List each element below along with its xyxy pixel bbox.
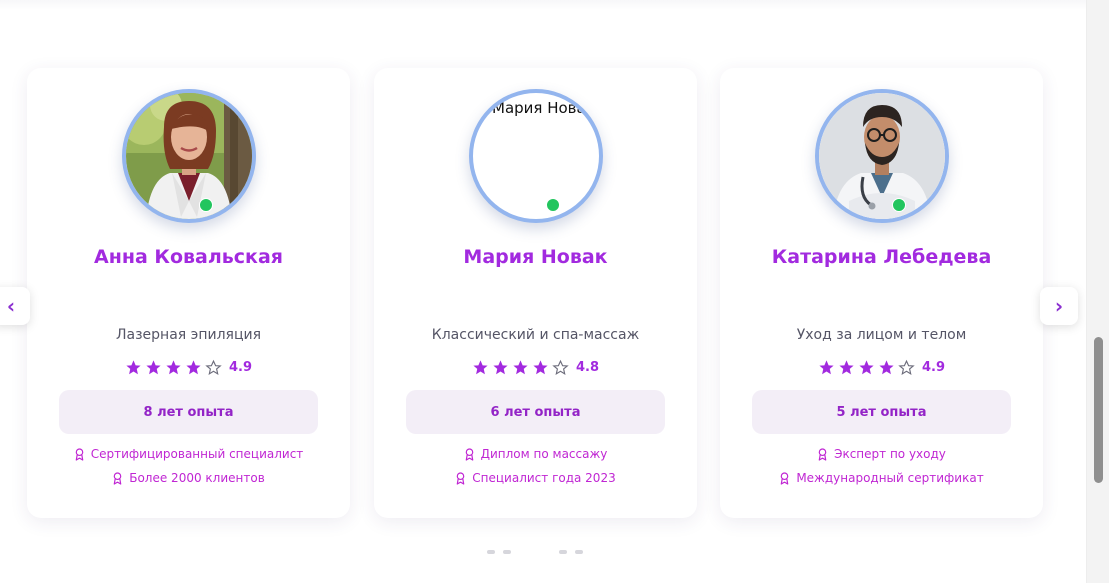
rating: 4.9 — [720, 359, 1043, 376]
avatar-photo-broken: Мария Новак — [469, 89, 603, 223]
award-icon — [818, 447, 827, 461]
star-filled-icon — [859, 360, 874, 375]
certificate-label: Специалист года 2023 — [472, 471, 616, 485]
star-empty-icon — [898, 359, 915, 376]
award-icon — [456, 471, 465, 485]
star-filled-icon — [473, 360, 488, 375]
scrollbar-thumb[interactable] — [1094, 337, 1103, 483]
experience-badge: 6 лет опыта — [406, 390, 665, 434]
award-icon — [113, 471, 122, 485]
specialist-name: Катарина Лебедева — [771, 246, 992, 268]
award-icon — [75, 447, 84, 461]
certificate-item: Специалист года 2023 — [374, 471, 697, 485]
star-filled-icon — [879, 360, 894, 375]
certificate-item: Более 2000 клиентов — [27, 471, 350, 485]
rating-value: 4.8 — [575, 360, 600, 375]
online-status-dot — [546, 198, 560, 212]
rating-value: 4.9 — [921, 360, 946, 375]
avatar-alt-text: Мария Новак — [492, 99, 595, 117]
experience-badge: 8 лет опыта — [59, 390, 318, 434]
carousel-pagination — [0, 550, 1086, 555]
certificate-item: Диплом по массажу — [374, 447, 697, 461]
specialist-card: Катарина Лебедева Уход за лицом и телом … — [720, 68, 1043, 518]
certificate-label: Международный сертификат — [796, 471, 984, 485]
online-status-dot — [199, 198, 213, 212]
rating-value: 4.9 — [228, 360, 253, 375]
certificate-label: Диплом по массажу — [480, 447, 608, 461]
specialist-name: Мария Новак — [463, 246, 608, 268]
specialist-name: Анна Ковальская — [94, 246, 283, 268]
star-empty-icon — [552, 359, 569, 376]
avatar-photo — [815, 89, 949, 223]
specialist-card: Анна Ковальская Лазерная эпиляция 4.9 8 … — [27, 68, 350, 518]
chevron-left-icon: ‹ — [6, 294, 16, 318]
rating: 4.8 — [374, 359, 697, 376]
top-divider — [0, 0, 1086, 10]
award-icon — [781, 471, 789, 485]
specialist-specialty: Классический и спа-массаж — [431, 327, 640, 343]
online-status-dot — [892, 198, 906, 212]
star-filled-icon — [533, 360, 548, 375]
avatar[interactable] — [122, 89, 256, 223]
star-filled-icon — [819, 360, 834, 375]
pagination-dot[interactable] — [503, 550, 511, 554]
avatar-photo — [122, 89, 256, 223]
avatar[interactable] — [815, 89, 949, 223]
star-empty-icon — [205, 359, 222, 376]
star-filled-icon — [493, 360, 508, 375]
chevron-right-icon: › — [1054, 294, 1064, 318]
specialist-card: Мария Новак Мария Новак Классический и с… — [374, 68, 697, 518]
star-filled-icon — [146, 360, 161, 375]
certificate-label: Сертифицированный специалист — [90, 447, 304, 461]
star-filled-icon — [513, 360, 528, 375]
star-filled-icon — [839, 360, 854, 375]
star-filled-icon — [186, 360, 201, 375]
specialist-specialty: Лазерная эпиляция — [115, 327, 261, 343]
specialist-specialty: Уход за лицом и телом — [796, 327, 967, 343]
certificate-label: Более 2000 клиентов — [129, 471, 265, 485]
experience-badge: 5 лет опыта — [752, 390, 1011, 434]
avatar[interactable]: Мария Новак — [469, 89, 603, 223]
pagination-dot[interactable] — [575, 550, 583, 554]
star-filled-icon — [166, 360, 181, 375]
pagination-dot[interactable] — [559, 550, 567, 554]
pagination-dot[interactable] — [487, 550, 495, 554]
carousel-next-button[interactable]: › — [1040, 287, 1078, 325]
certificate-item: Эксперт по уходу — [720, 447, 1043, 461]
award-icon — [465, 447, 473, 461]
rating: 4.9 — [27, 359, 350, 376]
scrollbar[interactable] — [1086, 0, 1109, 583]
certificate-label: Эксперт по уходу — [834, 447, 946, 461]
carousel-prev-button[interactable]: ‹ — [0, 287, 30, 325]
certificate-item: Международный сертификат — [720, 471, 1043, 485]
certificate-item: Сертифицированный специалист — [27, 447, 350, 461]
star-filled-icon — [126, 360, 141, 375]
